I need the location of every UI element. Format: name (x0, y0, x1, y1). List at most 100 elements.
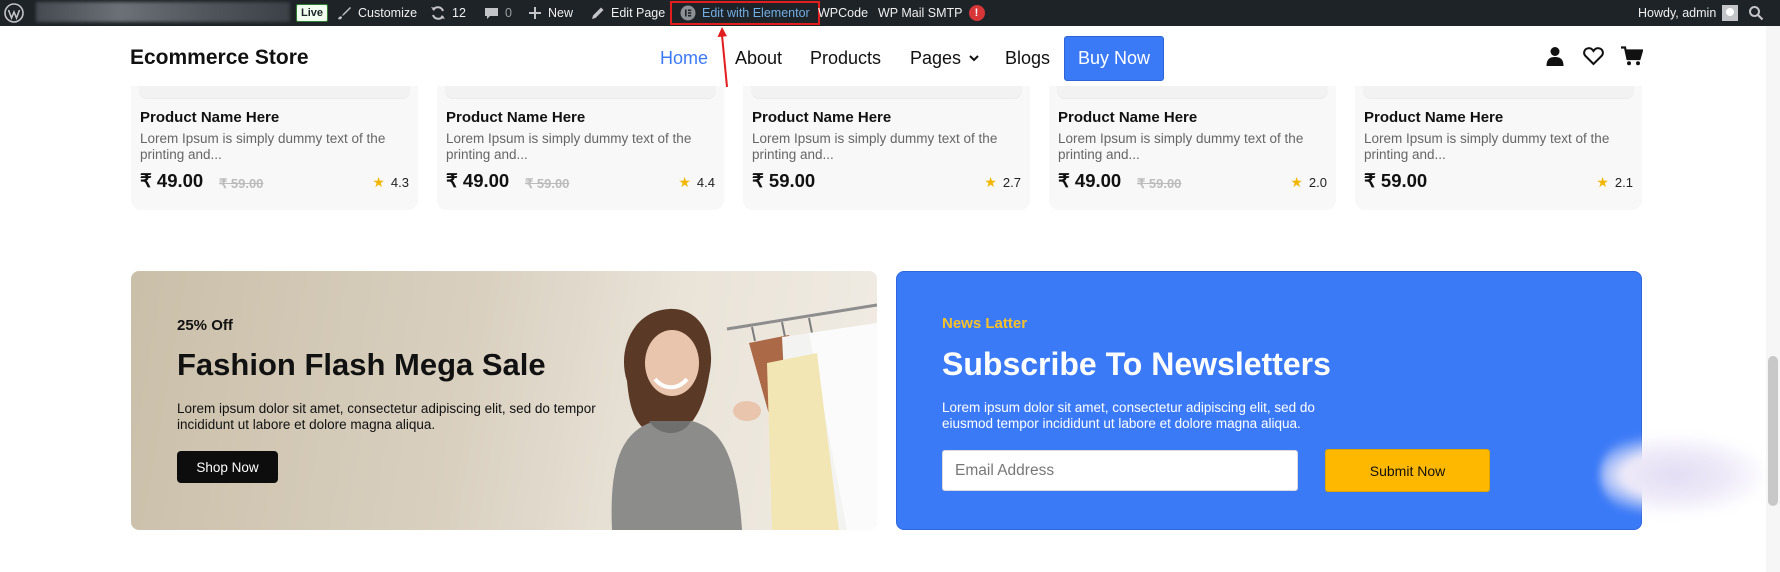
product-name[interactable]: Product Name Here (1058, 109, 1197, 126)
product-rating: ★ 2.0 (1290, 174, 1327, 191)
plus-icon (529, 7, 541, 19)
nav-products[interactable]: Products (810, 48, 881, 69)
buy-now-button[interactable]: Buy Now (1064, 36, 1164, 81)
product-rating: ★ 2.7 (984, 174, 1021, 191)
product-description: Lorem Ipsum is simply dummy text of the … (1058, 131, 1304, 162)
heart-icon[interactable] (1583, 46, 1604, 71)
product-price: ₹ 49.00 (140, 170, 204, 191)
star-icon: ★ (1290, 174, 1303, 190)
newsletter-title: Subscribe To Newsletters (942, 346, 1331, 382)
product-old-price: ₹ 59.00 (1137, 176, 1182, 191)
elementor-label: Edit with Elementor (702, 6, 810, 20)
rating-value: 2.0 (1308, 175, 1327, 190)
promo-banner: 25% Off Fashion Flash Mega Sale Lorem ip… (131, 271, 877, 530)
comments-link[interactable]: 0 (484, 0, 512, 26)
page-scrollbar[interactable] (1766, 26, 1780, 572)
product-name[interactable]: Product Name Here (446, 109, 585, 126)
nav-pages-label: Pages (910, 48, 962, 68)
product-card[interactable]: Product Name Here Lorem Ipsum is simply … (743, 86, 1030, 210)
shop-now-button[interactable]: Shop Now (177, 451, 278, 483)
product-rating: ★ 4.3 (372, 174, 409, 191)
live-status[interactable]: Live (296, 0, 329, 26)
cart-icon[interactable] (1621, 46, 1644, 71)
product-price: ₹ 59.00 (752, 170, 816, 191)
product-image (445, 86, 716, 98)
product-rating: ★ 2.1 (1596, 174, 1633, 191)
product-card[interactable]: Product Name Here Lorem Ipsum is simply … (437, 86, 724, 210)
wordpress-logo-icon[interactable] (4, 0, 24, 26)
wpcode-label: WPCode (818, 6, 869, 20)
product-description: Lorem Ipsum is simply dummy text of the … (1364, 131, 1610, 162)
wp-admin-bar: Live Customize 12 0 New Edit Page Edit w… (0, 0, 1780, 26)
product-price: ₹ 49.00 (446, 170, 510, 191)
star-icon: ★ (678, 174, 691, 190)
product-old-price: ₹ 59.00 (219, 176, 264, 191)
woman-with-clothes-image (611, 303, 877, 530)
edit-page-label: Edit Page (611, 6, 666, 20)
live-badge: Live (296, 4, 329, 22)
rating-value: 2.1 (1614, 175, 1633, 190)
product-image (1363, 86, 1634, 98)
promo-discount: 25% Off (177, 317, 233, 334)
product-card[interactable]: Product Name Here Lorem Ipsum is simply … (1049, 86, 1336, 210)
comments-count: 0 (505, 6, 512, 20)
submit-now-button[interactable]: Submit Now (1325, 449, 1490, 492)
rating-value: 4.4 (696, 175, 715, 190)
product-description: Lorem Ipsum is simply dummy text of the … (446, 131, 692, 162)
scrollbar-thumb[interactable] (1768, 356, 1778, 506)
product-image (1057, 86, 1328, 98)
customize-label: Customize (358, 6, 418, 20)
product-description: Lorem Ipsum is simply dummy text of the … (752, 131, 998, 162)
nav-home[interactable]: Home (660, 48, 708, 69)
product-description: Lorem Ipsum is simply dummy text of the … (140, 131, 386, 162)
new-label: New (548, 6, 574, 20)
product-name[interactable]: Product Name Here (1364, 109, 1503, 126)
customize-link[interactable]: Customize (336, 0, 417, 26)
new-content-link[interactable]: New (528, 0, 573, 26)
product-card[interactable]: Product Name Here Lorem Ipsum is simply … (1355, 86, 1642, 210)
star-icon: ★ (1596, 174, 1609, 190)
product-image (751, 86, 1022, 98)
product-price: ₹ 49.00 (1058, 170, 1122, 191)
product-price: ₹ 59.00 (1364, 170, 1428, 191)
refresh-icon (431, 6, 445, 20)
avatar-icon (1722, 5, 1739, 21)
pencil-icon (592, 7, 604, 19)
smtp-label: WP Mail SMTP (878, 6, 963, 20)
comment-icon (485, 7, 498, 19)
edit-with-elementor-link[interactable]: Edit with Elementor (670, 1, 820, 25)
updates-count: 12 (452, 6, 466, 20)
product-card[interactable]: Product Name Here Lorem Ipsum is simply … (131, 86, 418, 210)
wp-mail-smtp-link[interactable]: WP Mail SMTP ! (878, 0, 985, 26)
rating-value: 2.7 (1002, 175, 1021, 190)
updates-link[interactable]: 12 (430, 0, 466, 26)
adminbar-search-icon[interactable] (1748, 0, 1764, 26)
product-rating: ★ 4.4 (678, 174, 715, 191)
product-image (139, 86, 410, 98)
email-field[interactable] (942, 450, 1298, 491)
my-account-link[interactable]: Howdy, admin (1638, 0, 1739, 26)
site-logo[interactable]: Ecommerce Store (130, 46, 309, 70)
smtp-alert-badge: ! (968, 5, 985, 21)
blurred-widget[interactable] (1600, 435, 1766, 515)
elementor-icon (680, 5, 696, 21)
newsletter-section: News Latter Subscribe To Newsletters Lor… (896, 271, 1642, 530)
chevron-down-icon (969, 55, 979, 62)
edit-page-link[interactable]: Edit Page (590, 0, 665, 26)
newsletter-description: Lorem ipsum dolor sit amet, consectetur … (942, 400, 1315, 431)
promo-description: Lorem ipsum dolor sit amet, consectetur … (177, 401, 596, 432)
paintbrush-icon (338, 7, 351, 20)
product-name[interactable]: Product Name Here (752, 109, 891, 126)
wpcode-link[interactable]: WPCode (818, 0, 868, 26)
product-old-price: ₹ 59.00 (525, 176, 570, 191)
rating-value: 4.3 (390, 175, 409, 190)
nav-blogs[interactable]: Blogs (1005, 48, 1050, 69)
star-icon: ★ (372, 174, 385, 190)
site-name-blurred[interactable] (36, 2, 290, 22)
star-icon: ★ (984, 174, 997, 190)
nav-about[interactable]: About (735, 48, 782, 69)
product-name[interactable]: Product Name Here (140, 109, 279, 126)
user-icon[interactable] (1545, 46, 1565, 71)
newsletter-kicker: News Latter (942, 315, 1028, 332)
nav-pages[interactable]: Pages (910, 48, 979, 69)
